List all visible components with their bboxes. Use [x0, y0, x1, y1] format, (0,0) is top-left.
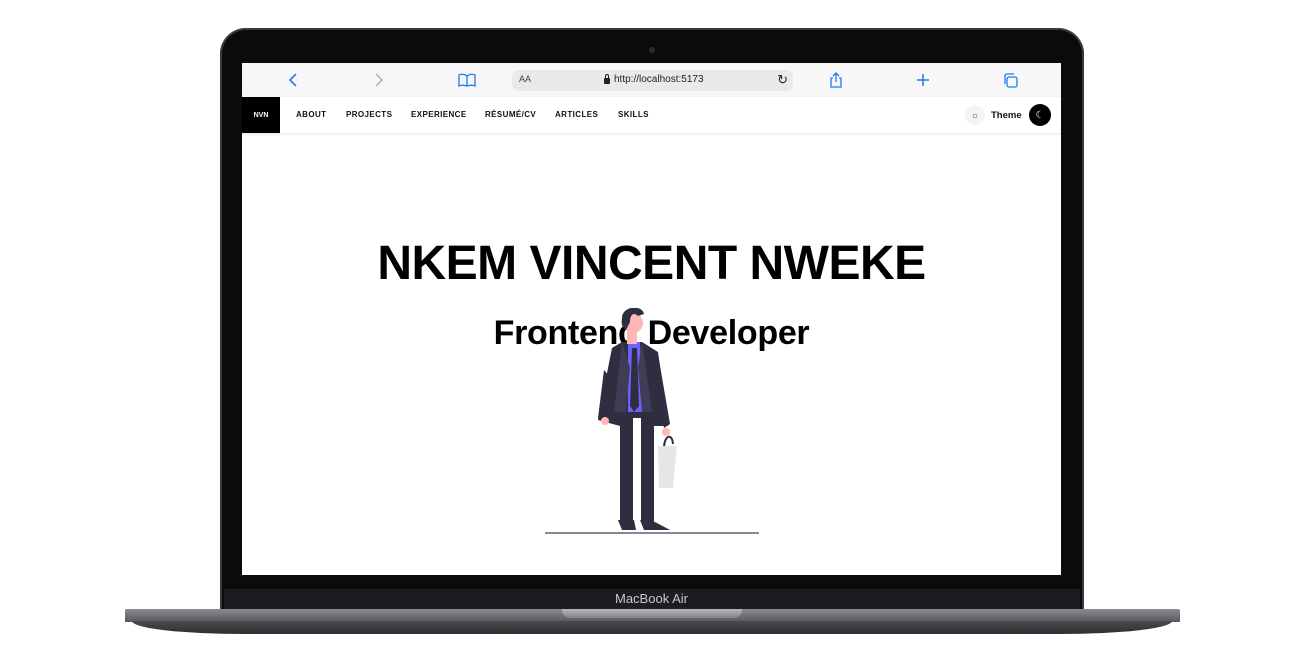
browser-window: AA http://localhost:5173 ↻ NVN ABOUT PRO…	[242, 63, 1061, 575]
url-display[interactable]: http://localhost:5173	[604, 73, 704, 85]
moon-icon[interactable]: ☾	[1029, 104, 1051, 126]
nav-resume[interactable]: RÉSUMÉ/CV	[485, 110, 536, 119]
chevron-left-icon[interactable]	[286, 71, 300, 89]
tabs-icon[interactable]	[1002, 71, 1018, 89]
theme-label: Theme	[991, 110, 1022, 121]
nav-about[interactable]: ABOUT	[296, 110, 326, 119]
developer-illustration	[545, 308, 759, 534]
lock-icon	[604, 73, 610, 84]
url-text: http://localhost:5173	[614, 74, 704, 85]
site-logo[interactable]: NVN	[242, 97, 280, 133]
camera-dot	[649, 47, 655, 53]
device-brand-label: MacBook Air	[615, 591, 688, 606]
nav-skills[interactable]: SKILLS	[618, 110, 649, 119]
nav-articles[interactable]: ARTICLES	[555, 110, 598, 119]
text-size-button[interactable]: AA	[519, 74, 531, 84]
chevron-right-icon[interactable]	[372, 71, 386, 89]
sun-icon[interactable]: ☼	[965, 105, 985, 125]
site-navbar: NVN ABOUT PROJECTS EXPERIENCE RÉSUMÉ/CV …	[242, 97, 1061, 133]
address-bar[interactable]: AA http://localhost:5173 ↻	[512, 70, 793, 91]
share-icon[interactable]	[828, 71, 844, 89]
book-icon[interactable]	[457, 71, 477, 89]
nav-projects[interactable]: PROJECTS	[346, 110, 392, 119]
hero-name: NKEM VINCENT NWEKE	[377, 237, 926, 290]
plus-icon[interactable]	[915, 71, 931, 89]
nav-experience[interactable]: EXPERIENCE	[411, 110, 467, 119]
laptop-base-bottom	[132, 621, 1172, 634]
laptop-opening-notch	[562, 609, 742, 618]
browser-toolbar: AA http://localhost:5173 ↻	[242, 63, 1061, 97]
reload-icon[interactable]: ↻	[777, 72, 788, 88]
